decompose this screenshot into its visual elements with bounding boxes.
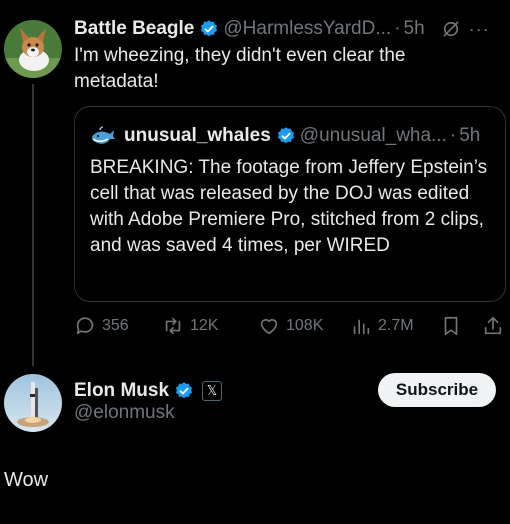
share-button[interactable]: [482, 312, 510, 340]
views-icon: [353, 319, 370, 335]
quote-header: unusual_whales @unusual_wha... · 5h: [90, 123, 506, 149]
reply-icon: [76, 317, 94, 335]
avatar-elon-musk[interactable]: [4, 374, 62, 432]
bookmark-icon: [444, 316, 458, 336]
tweet-time[interactable]: 5h: [404, 18, 425, 40]
quote-author-handle[interactable]: @unusual_wha...: [300, 125, 447, 147]
tweet-header: Battle Beagle @HarmlessYardD... · 5h ···: [74, 16, 510, 42]
reply-button[interactable]: 356: [74, 312, 129, 340]
tweet-actions-bar: 356 12K 108K 2.7M: [74, 312, 510, 340]
separator-dot: ·: [394, 18, 401, 39]
subscribe-button[interactable]: Subscribe: [378, 373, 496, 407]
author-name[interactable]: Battle Beagle: [74, 18, 194, 40]
thread-line: [32, 84, 34, 366]
verified-badge-icon: [199, 19, 219, 39]
views-count: 2.7M: [378, 317, 414, 334]
bookmark-button[interactable]: [440, 312, 468, 340]
separator-dot: ·: [449, 125, 457, 146]
verified-badge-icon: [276, 126, 296, 146]
repost-count: 12K: [190, 317, 219, 334]
heart-icon: [260, 319, 278, 335]
avatar-battle-beagle[interactable]: [4, 20, 62, 78]
quote-author-name[interactable]: unusual_whales: [124, 125, 271, 147]
quote-text: BREAKING: The footage from Jeffery Epste…: [90, 157, 488, 256]
author-handle[interactable]: @HarmlessYardD...: [223, 18, 391, 40]
profile-handle[interactable]: @elonmusk: [74, 402, 175, 424]
profile-name-row: Elon Musk 𝕏: [74, 378, 223, 404]
profile-name[interactable]: Elon Musk: [74, 380, 169, 402]
reply-text: Wow: [4, 469, 49, 491]
tweet-text: I'm wheezing, they didn't even clear the…: [74, 45, 406, 92]
grok-icon[interactable]: [441, 19, 461, 39]
share-icon: [484, 316, 502, 335]
like-button[interactable]: 108K: [258, 312, 323, 340]
verified-badge-icon: [174, 381, 194, 401]
whale-avatar-icon: [90, 125, 116, 147]
views-button[interactable]: 2.7M: [350, 312, 414, 340]
repost-button[interactable]: 12K: [162, 312, 218, 340]
repost-icon: [165, 317, 181, 335]
quote-time[interactable]: 5h: [459, 125, 480, 147]
like-count: 108K: [286, 317, 324, 334]
more-options-icon[interactable]: ···: [469, 19, 490, 40]
reply-count: 356: [102, 317, 129, 334]
x-affiliate-badge-icon: 𝕏: [202, 381, 223, 401]
